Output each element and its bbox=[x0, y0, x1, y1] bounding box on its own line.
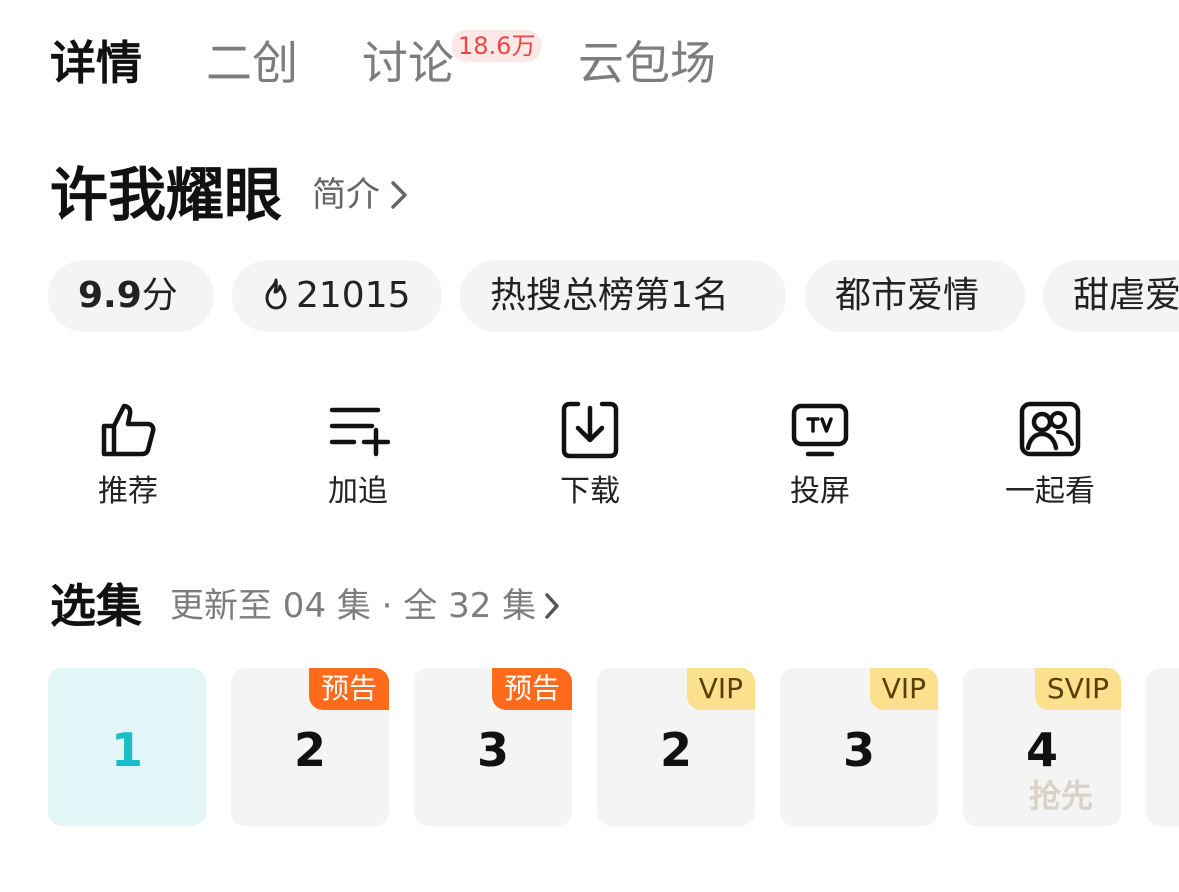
episodes-heading: 选集 bbox=[50, 579, 142, 633]
flame-icon bbox=[265, 278, 287, 310]
recommend-label: 推荐 bbox=[98, 474, 158, 509]
chip-genre-sweet-angst[interactable]: 甜虐爱 bbox=[1043, 260, 1179, 332]
episode-card[interactable]: 1 bbox=[48, 668, 206, 826]
download-icon bbox=[561, 401, 619, 459]
preview-tag: 预告 bbox=[308, 668, 389, 710]
episode-number: 4 bbox=[1025, 723, 1058, 777]
episode-card[interactable]: 预告 3 bbox=[414, 668, 572, 826]
tab-fan-creations[interactable]: 二创 bbox=[206, 28, 298, 98]
add-to-list-icon bbox=[329, 407, 390, 457]
tab-details[interactable]: 详情 bbox=[50, 28, 142, 98]
episode-number: 1 bbox=[110, 723, 143, 777]
watch-together-icon bbox=[1019, 401, 1081, 457]
episode-card[interactable]: 预告 2 bbox=[231, 668, 389, 826]
download-label: 下载 bbox=[560, 474, 620, 509]
watch-together-label: 一起看 bbox=[1005, 474, 1095, 509]
rating-unit: 分 bbox=[141, 275, 178, 316]
vip-tag: VIP bbox=[869, 668, 938, 710]
vip-tag: VIP bbox=[686, 668, 755, 710]
svip-tag: SVIP bbox=[1034, 668, 1121, 710]
episodes-meta-text: 更新至 04 集 · 全 32 集 bbox=[170, 586, 537, 626]
heat-chip[interactable]: 21015 bbox=[232, 260, 442, 332]
download-button[interactable]: 下载 bbox=[510, 398, 670, 512]
episodes-meta-link[interactable]: 更新至 04 集 · 全 32 集 bbox=[170, 584, 560, 628]
episode-card-partial[interactable] bbox=[1146, 668, 1179, 826]
rating-chip[interactable]: 9.9分 bbox=[48, 260, 214, 332]
cast-button[interactable]: 投屏 bbox=[740, 398, 900, 512]
episode-number: 3 bbox=[842, 723, 875, 777]
preview-tag: 预告 bbox=[491, 668, 572, 710]
discussion-count-badge: 18.6万 bbox=[452, 30, 542, 62]
episode-number: 3 bbox=[476, 723, 509, 777]
intro-link[interactable]: 简介 bbox=[312, 172, 408, 218]
intro-label: 简介 bbox=[312, 175, 380, 215]
add-to-watchlist-button[interactable]: 加追 bbox=[278, 398, 438, 512]
drama-title: 许我耀眼 bbox=[50, 161, 283, 229]
watch-together-button[interactable]: 一起看 bbox=[970, 398, 1130, 512]
cast-label: 投屏 bbox=[790, 474, 850, 509]
episode-card[interactable]: VIP 3 bbox=[780, 668, 938, 826]
thumbs-up-icon bbox=[101, 403, 156, 457]
episode-card[interactable]: SVIP 4 抢先 bbox=[963, 668, 1121, 826]
tv-cast-icon bbox=[791, 403, 849, 457]
chevron-right-icon bbox=[391, 181, 407, 209]
episode-number: 2 bbox=[293, 723, 326, 777]
rating-score: 9.9 bbox=[78, 275, 142, 316]
early-access-label: 抢先 bbox=[1028, 777, 1093, 815]
tab-cloud-screening[interactable]: 云包场 bbox=[578, 28, 716, 98]
episode-number: 2 bbox=[659, 723, 692, 777]
tab-discussion[interactable]: 讨论 bbox=[362, 28, 454, 98]
chevron-right-icon bbox=[545, 593, 559, 619]
episode-card[interactable]: VIP 2 bbox=[597, 668, 755, 826]
add-to-watchlist-label: 加追 bbox=[328, 474, 388, 509]
recommend-button[interactable]: 推荐 bbox=[48, 398, 208, 512]
chip-genre-urban-romance[interactable]: 都市爱情 bbox=[805, 260, 1025, 332]
tag-chip-row: 9.9分 21015 热搜总榜第1名 都市爱情 甜虐爱 bbox=[48, 260, 1179, 332]
chip-hot-search-rank[interactable]: 热搜总榜第1名 bbox=[460, 260, 786, 332]
heat-value: 21015 bbox=[296, 275, 411, 316]
